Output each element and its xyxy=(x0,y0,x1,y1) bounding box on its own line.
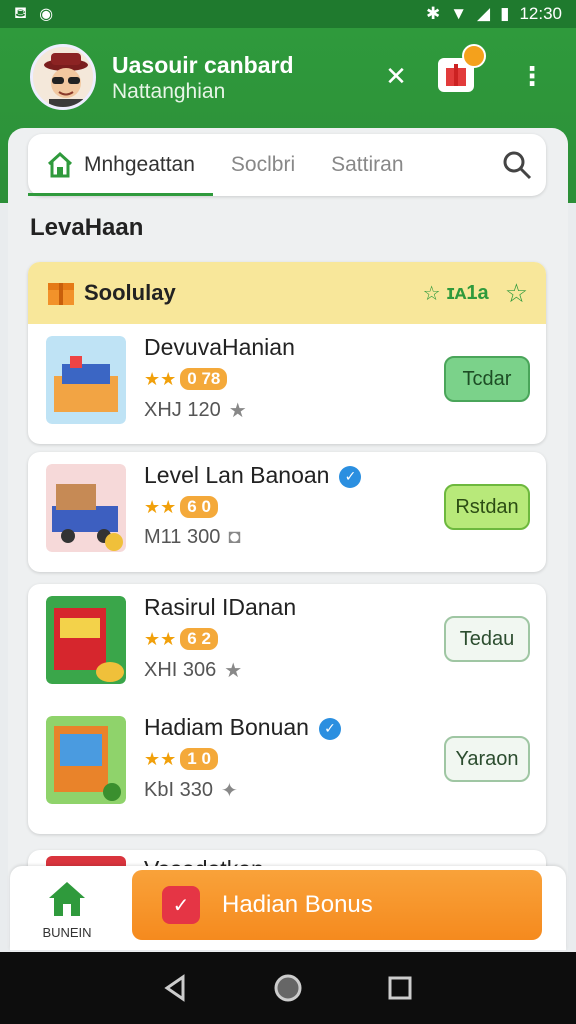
item-thumbnail xyxy=(46,596,126,684)
signal-icon: ◢ xyxy=(477,4,491,23)
tab-home[interactable]: Mnhgeattan xyxy=(28,134,213,196)
avatar[interactable] xyxy=(30,44,96,110)
item-group-card: Rasirul IDanan ★★ 6 2 XHI 306 ★ Tedau Hadi… xyxy=(28,584,546,834)
home-button-icon[interactable] xyxy=(273,973,303,1003)
bonus-button-label: Hadian Bonus xyxy=(222,891,373,918)
star-icon: ★ xyxy=(228,400,247,422)
item-name-text: Hadiam Bonuan xyxy=(144,714,309,740)
user-subtitle: Nattanghian xyxy=(112,80,226,103)
home-icon xyxy=(49,882,85,916)
search-icon[interactable] xyxy=(502,150,532,180)
tab-bar: Mnhgeattan Soclbri Sattiran xyxy=(28,134,546,196)
item-name: Level Lan Banoan ✓ xyxy=(144,462,362,489)
tab-social-label: Soclbri xyxy=(230,153,296,176)
item-meta: XHJ 120 ★ xyxy=(144,398,247,423)
list-item[interactable]: DevuvaHanian ★★ 0 78 XHJ 120 ★ Tcdar xyxy=(28,324,546,444)
group-title: Soolulay xyxy=(84,280,176,305)
close-x-icon[interactable]: ✕ xyxy=(378,58,414,94)
group-rating-value: ɪᴀ1a xyxy=(446,281,489,304)
status-bar: ⛾ ◉ ✱ ▼ ◢ ▮ 12:30 xyxy=(0,0,576,28)
tab-social[interactable]: Soclbri xyxy=(213,134,313,196)
notification-badge xyxy=(462,44,486,68)
more-menu-icon[interactable]: ⋮ xyxy=(514,58,550,94)
item-meta: XHI 306 ★ xyxy=(144,658,242,683)
tab-settings-label: Sattiran xyxy=(331,153,404,176)
item-meta: M11 300 ◘ xyxy=(144,526,240,549)
item-name: Hadiam Bonuan ✓ xyxy=(144,714,341,741)
item-rating: ★★ 6 2 xyxy=(144,628,218,650)
recents-icon[interactable] xyxy=(385,973,415,1003)
list-item[interactable]: Hadiam Bonuan ✓ ★★ 1 0 KbI 330 ✦ Yaraon xyxy=(28,704,546,824)
gift-icon[interactable] xyxy=(438,44,486,92)
item-meta-text: KbI 330 xyxy=(144,779,213,801)
section-title: LevaHaan xyxy=(30,214,144,241)
item-action-button[interactable]: Tcdar xyxy=(444,356,530,402)
item-thumbnail xyxy=(46,464,126,552)
item-action-button[interactable]: Yaraon xyxy=(444,736,530,782)
rating-pill: 1 0 xyxy=(180,748,218,770)
star-outline-icon: ☆ xyxy=(422,282,441,305)
item-rating: ★★ 1 0 xyxy=(144,748,218,770)
item-meta-text: XHJ 120 xyxy=(144,399,221,421)
clock: 12:30 xyxy=(519,4,562,23)
badge-icon: ✦ xyxy=(220,780,238,802)
rating-pill: 6 0 xyxy=(180,496,218,518)
item-meta-text: M11 300 xyxy=(144,526,221,548)
favorite-star-icon[interactable]: ☆ xyxy=(505,278,528,309)
battery-icon: ▮ xyxy=(500,4,510,23)
group-header: Soolulay ☆ ɪᴀ1a ☆ xyxy=(28,262,546,324)
tab-home-label: Mnhgeattan xyxy=(84,153,195,176)
bottom-nav-home-label: BUNEIN xyxy=(42,925,92,940)
tab-settings[interactable]: Sattiran xyxy=(313,134,421,196)
bonus-icon: ✓ xyxy=(162,886,200,924)
settings-status-icon: ✱ xyxy=(425,4,441,23)
list-item[interactable]: Level Lan Banoan ✓ ★★ 6 0 M11 300 ◘ Rstdan xyxy=(28,452,546,572)
back-icon[interactable] xyxy=(161,973,191,1003)
item-name: Rasirul IDanan xyxy=(144,594,297,620)
item-meta: KbI 330 ✦ xyxy=(144,778,238,803)
rating-pill: 0 78 xyxy=(180,368,228,390)
verified-icon: ✓ xyxy=(318,717,341,740)
bonus-button[interactable]: ✓ Hadian Bonus xyxy=(132,870,542,940)
item-name: DevuvaHanian xyxy=(144,334,295,360)
app-notification-icon: ◉ xyxy=(39,6,54,23)
group-rating: ☆ ɪᴀ1a ☆ xyxy=(423,278,528,309)
wifi-icon: ▼ xyxy=(450,4,468,23)
featured-group: Soolulay ☆ ɪᴀ1a ☆ DevuvaHanian ★★ 0 78 XH… xyxy=(28,262,546,444)
item-action-button[interactable]: Rstdan xyxy=(444,484,530,530)
home-tab-icon xyxy=(47,151,73,178)
verified-icon: ✓ xyxy=(339,465,362,488)
item-name-text: Level Lan Banoan xyxy=(144,462,330,488)
chat-icon: ◘ xyxy=(228,526,241,548)
item-meta-text: XHI 306 xyxy=(144,659,217,681)
notification-icon: ⛾ xyxy=(14,5,28,22)
item-thumbnail xyxy=(46,716,126,804)
rating-pill: 6 2 xyxy=(180,628,218,650)
box-icon xyxy=(48,283,74,305)
item-thumbnail xyxy=(46,336,126,424)
item-rating: ★★ 0 78 xyxy=(144,368,228,390)
user-name: Uasouir canbard xyxy=(112,52,294,78)
bottom-bar: BUNEIN ✓ Hadian Bonus xyxy=(10,866,566,950)
item-rating: ★★ 6 0 xyxy=(144,496,218,518)
bottom-nav-home[interactable]: BUNEIN xyxy=(32,878,102,940)
list-item[interactable]: Rasirul IDanan ★★ 6 2 XHI 306 ★ Tedau xyxy=(28,584,546,704)
system-nav-bar xyxy=(0,952,576,1024)
item-action-button[interactable]: Tedau xyxy=(444,616,530,662)
main-panel: Mnhgeattan Soclbri Sattiran LevaHaan Soo… xyxy=(8,128,568,958)
star-icon: ★ xyxy=(224,660,243,682)
